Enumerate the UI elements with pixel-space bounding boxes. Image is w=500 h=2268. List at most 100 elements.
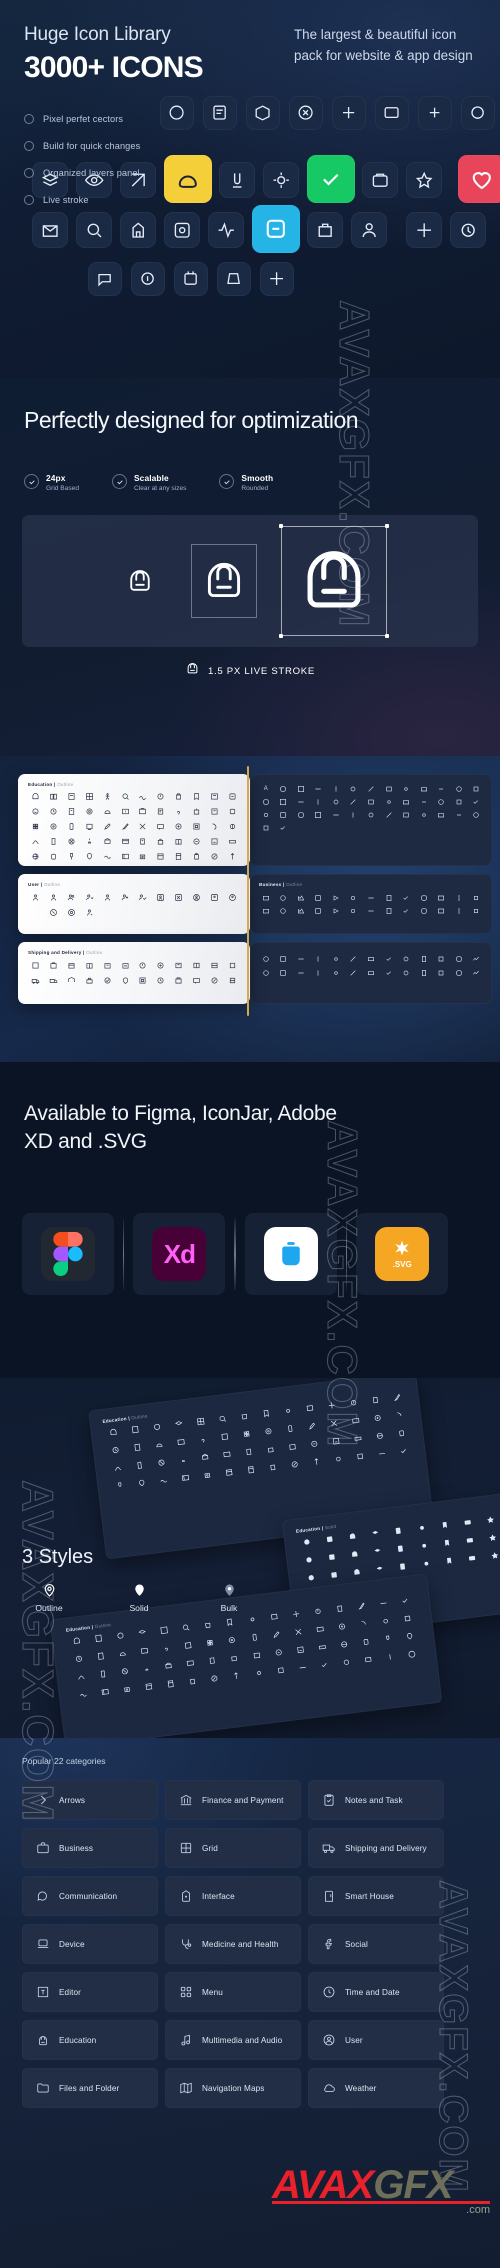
style-variant-bulk[interactable]: Bulk (202, 1578, 256, 1613)
icon-tile[interactable] (450, 212, 486, 248)
music-note-icon (179, 2033, 193, 2047)
category-card-shipping-and-delivery[interactable]: Shipping and Delivery (308, 1828, 444, 1868)
icon-tile[interactable] (164, 212, 200, 248)
app-logo-row: Xd .SVG (22, 1213, 449, 1295)
menu-grid-icon (179, 1985, 193, 1999)
icon-tile-highlight-green[interactable] (307, 155, 355, 203)
feature-title: Scalable (134, 473, 169, 483)
icon-tile-highlight-yellow[interactable] (164, 155, 212, 203)
icon-tile[interactable] (174, 262, 208, 296)
app-cell-svg[interactable]: .SVG (356, 1213, 449, 1295)
category-card-files-and-folder[interactable]: Files and Folder (22, 2068, 158, 2108)
icon-tile[interactable] (418, 96, 452, 130)
optimization-title: Perfectly designed for optimization (24, 407, 359, 433)
icon-tile[interactable] (375, 96, 409, 130)
category-label: Arrows (59, 1795, 86, 1805)
category-card-time-and-date[interactable]: Time and Date (308, 1972, 444, 2012)
category-label: Communication (59, 1891, 118, 1901)
icon-tile-highlight-cyan[interactable] (252, 205, 300, 253)
check-circle-icon (24, 194, 34, 205)
house-icon (322, 1889, 336, 1903)
sheet-scroll-divider[interactable] (247, 766, 249, 1016)
category-card-user[interactable]: User (308, 2020, 444, 2060)
list-item: Organized layers panel (24, 163, 140, 182)
category-card-medicine-and-health[interactable]: Medicine and Health (165, 1924, 301, 1964)
icon-tile[interactable] (461, 96, 495, 130)
hero-kicker: Huge Icon Library (24, 24, 171, 45)
icon-tile[interactable] (406, 212, 442, 248)
category-card-education[interactable]: Education (22, 2020, 158, 2060)
category-card-editor[interactable]: Editor (22, 1972, 158, 2012)
location-pin-outline-icon (22, 1578, 76, 1600)
chevron-right-icon (36, 1793, 50, 1807)
category-card-communication[interactable]: Communication (22, 1876, 158, 1916)
icon-tile[interactable] (120, 212, 156, 248)
category-card-menu[interactable]: Menu (165, 1972, 301, 2012)
category-card-finance-and-payment[interactable]: Finance and Payment (165, 1780, 301, 1820)
categories-heading: Popular 22 categories (22, 1756, 106, 1766)
stethoscope-icon (179, 1937, 193, 1951)
category-card-interface[interactable]: Interface (165, 1876, 301, 1916)
backpack-icon-small (125, 566, 155, 596)
backpack-scale-stage (22, 515, 478, 647)
icon-tile[interactable] (289, 96, 323, 130)
category-label: Interface (202, 1891, 235, 1901)
icon-sheet-dark-mid: Business | Outline (250, 874, 492, 934)
category-card-device[interactable]: Device (22, 1924, 158, 1964)
icon-tile[interactable] (362, 162, 398, 198)
apps-section: Available to Figma, IconJar, Adobe XD an… (0, 1062, 500, 1378)
icon-tile[interactable] (263, 162, 299, 198)
feature-subtitle: Grid Based (46, 485, 79, 492)
style-variant-outline[interactable]: Outline (22, 1578, 76, 1613)
category-card-multimedia-and-audio[interactable]: Multimedia and Audio (165, 2020, 301, 2060)
category-card-notes-and-task[interactable]: Notes and Task (308, 1780, 444, 1820)
icon-tile[interactable] (260, 262, 294, 296)
icon-tile[interactable] (32, 212, 68, 248)
icon-tile[interactable] (246, 96, 280, 130)
category-label: Weather (345, 2083, 377, 2093)
icon-sheets-section: A Business | Outline Education | Outline (0, 756, 500, 1062)
backpack-icon-large[interactable] (279, 524, 389, 638)
feature-item-24px: 24px Grid Based (24, 473, 79, 492)
style-variant-label: Outline (35, 1603, 63, 1613)
briefcase-icon (36, 1841, 50, 1855)
icon-tile[interactable] (160, 96, 194, 130)
category-label: Device (59, 1939, 85, 1949)
category-card-social[interactable]: Social (308, 1924, 444, 1964)
graduation-icon (36, 2033, 50, 2047)
app-divider (345, 1218, 348, 1290)
icon-tile[interactable] (203, 96, 237, 130)
icon-tile[interactable] (76, 212, 112, 248)
app-cell-figma[interactable] (22, 1213, 114, 1295)
cursor-icon (179, 1889, 193, 1903)
category-card-grid[interactable]: Grid (165, 1828, 301, 1868)
feature-subtitle: Clear at any sizes (134, 485, 187, 492)
app-cell-adobe-xd[interactable]: Xd (133, 1213, 226, 1295)
icon-tile[interactable] (406, 162, 442, 198)
category-card-navigation-maps[interactable]: Navigation Maps (165, 2068, 301, 2108)
category-card-business[interactable]: Business (22, 1828, 158, 1868)
laptop-icon (36, 1937, 50, 1951)
list-item: Live stroke (24, 190, 140, 209)
icon-tile[interactable] (208, 212, 244, 248)
icon-tile[interactable] (88, 262, 122, 296)
icon-tile[interactable] (307, 212, 343, 248)
sheet-caption: Business | Outline (259, 882, 303, 887)
feature-item-smooth: Smooth Rounded (219, 473, 273, 492)
backpack-icon-mini (185, 661, 200, 681)
category-card-arrows[interactable]: Arrows (22, 1780, 158, 1820)
icon-tile[interactable] (351, 212, 387, 248)
check-circle-icon (24, 113, 34, 124)
hero-feature-list: Pixel perfet cectors Build for quick cha… (24, 109, 140, 217)
category-card-smart-house[interactable]: Smart House (308, 1876, 444, 1916)
chat-icon (36, 1889, 50, 1903)
icon-tile[interactable] (131, 262, 165, 296)
icon-tile[interactable] (217, 262, 251, 296)
icon-tile[interactable] (219, 162, 255, 198)
app-cell-iconjar[interactable] (244, 1213, 337, 1295)
style-variant-solid[interactable]: Solid (112, 1578, 166, 1613)
icon-tile-highlight-red[interactable] (458, 155, 500, 203)
category-card-weather[interactable]: Weather (308, 2068, 444, 2108)
hero-headline: 3000+ ICONS (24, 51, 204, 84)
icon-tile[interactable] (332, 96, 366, 130)
